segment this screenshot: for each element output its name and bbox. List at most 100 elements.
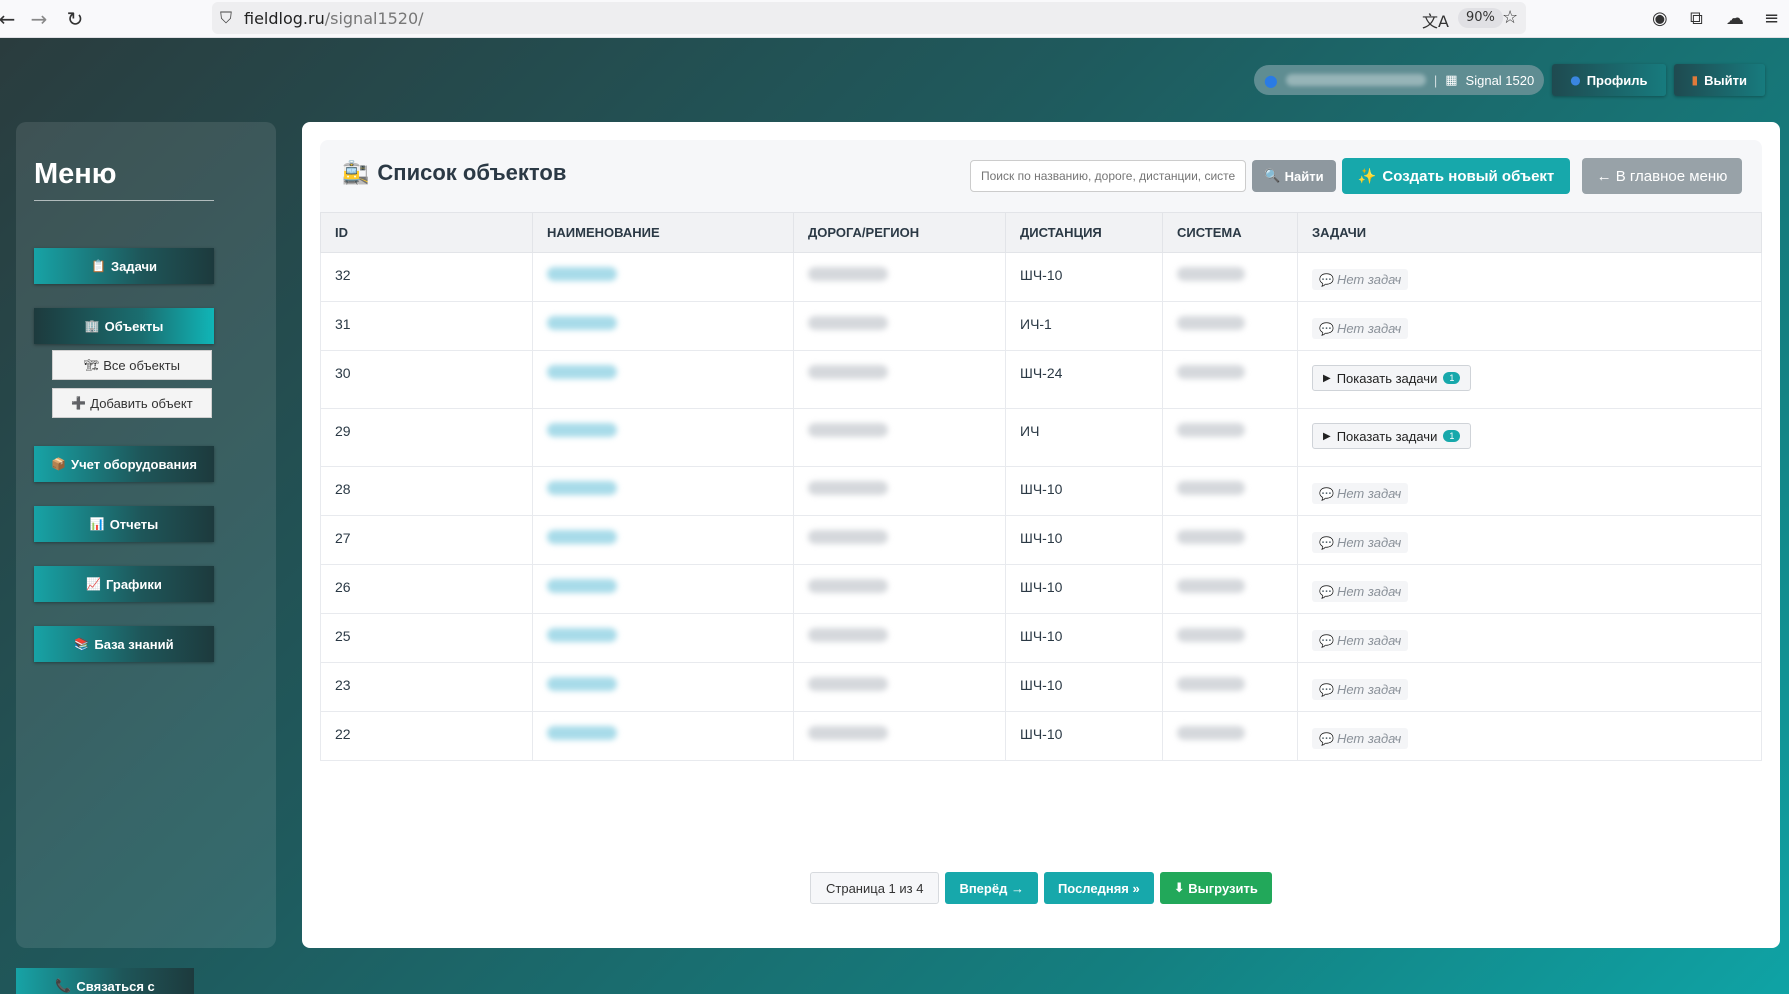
- address-bar[interactable]: ⛉ fieldlog.ru/signal1520/ 文A 90% ☆: [212, 2, 1526, 34]
- sidebar-item-equipment[interactable]: 📦 Учет оборудования: [34, 446, 214, 482]
- road-redacted: [808, 481, 888, 495]
- name-redacted[interactable]: [547, 267, 617, 281]
- menu-icon[interactable]: ≡: [1764, 8, 1779, 29]
- road-redacted: [808, 423, 888, 437]
- main-menu-button[interactable]: ← В главное меню: [1582, 158, 1742, 194]
- column-header-name[interactable]: НАИМЕНОВАНИЕ: [532, 212, 794, 253]
- no-tasks-label: 💬 Нет задач: [1312, 532, 1409, 553]
- name-redacted[interactable]: [547, 481, 617, 495]
- clipboard-icon: 📋: [90, 259, 106, 273]
- sidebar-item-reports[interactable]: 📊 Отчеты: [34, 506, 214, 542]
- cell-road: [793, 564, 1006, 614]
- name-redacted[interactable]: [547, 726, 617, 740]
- last-page-button[interactable]: Последняя »: [1043, 872, 1154, 904]
- export-button[interactable]: ⬇ Выгрузить: [1159, 872, 1272, 904]
- no-tasks-label: 💬 Нет задач: [1312, 630, 1409, 651]
- column-header-tasks[interactable]: ЗАДАЧИ: [1297, 212, 1762, 253]
- bookmark-star-icon[interactable]: ☆: [1502, 7, 1518, 28]
- no-tasks-text: Нет задач: [1336, 682, 1402, 697]
- cell-road: [793, 466, 1006, 516]
- cell-distance: ИЧ-1: [1005, 301, 1163, 351]
- crane-icon: 🏗: [84, 358, 100, 372]
- table-row: 31 ИЧ-1 💬 Нет задач: [320, 301, 1762, 351]
- name-redacted[interactable]: [547, 579, 617, 593]
- speech-bubble-icon: 💬: [1319, 633, 1334, 648]
- name-redacted[interactable]: [547, 677, 617, 691]
- sidebar-item-objects[interactable]: 🏢 Объекты: [34, 308, 214, 344]
- column-header-id[interactable]: ID: [320, 212, 533, 253]
- sidebar-subitem-all-objects[interactable]: 🏗 Все объекты: [52, 350, 212, 380]
- next-page-button[interactable]: Вперёд →: [945, 872, 1038, 904]
- show-tasks-label: Показать задачи: [1336, 428, 1438, 444]
- zoom-level[interactable]: 90%: [1458, 8, 1503, 28]
- cell-name[interactable]: [532, 301, 794, 351]
- sidebar-item-knowledge-base[interactable]: 📚 База знаний: [34, 626, 214, 662]
- cell-name[interactable]: [532, 564, 794, 614]
- browser-toolbar: ← → ↻ ⛉ fieldlog.ru/signal1520/ 文A 90% ☆…: [0, 0, 1789, 38]
- cell-system: [1162, 515, 1298, 565]
- account-icon[interactable]: ◉: [1652, 8, 1668, 29]
- no-tasks-label: 💬 Нет задач: [1312, 728, 1409, 749]
- no-tasks-text: Нет задач: [1336, 272, 1402, 287]
- cell-name[interactable]: [532, 711, 794, 761]
- reload-icon[interactable]: ↻: [62, 6, 88, 32]
- user-pill: ● | ▦ Signal 1520: [1253, 65, 1545, 95]
- page-title: 🚉 Список объектов: [342, 160, 566, 186]
- cell-id: 25: [320, 613, 533, 663]
- sync-icon[interactable]: ☁: [1726, 8, 1744, 29]
- cell-name[interactable]: [532, 408, 794, 467]
- extensions-icon[interactable]: ⧉: [1690, 8, 1703, 29]
- forward-icon[interactable]: →: [26, 6, 52, 32]
- cell-name[interactable]: [532, 613, 794, 663]
- list-header: 🚉 Список объектов 🔍 Найти ✨ Создать новы…: [320, 140, 1762, 212]
- name-redacted[interactable]: [547, 628, 617, 642]
- system-redacted: [1177, 726, 1245, 740]
- show-tasks-button[interactable]: ▶ Показать задачи 1: [1312, 423, 1472, 449]
- no-tasks-text: Нет задач: [1336, 535, 1402, 550]
- logout-label: Выйти: [1704, 72, 1747, 88]
- sparkles-icon: ✨: [1357, 167, 1377, 185]
- logout-button[interactable]: ▮ Выйти: [1673, 64, 1765, 96]
- table-row: 27 ШЧ-10 💬 Нет задач: [320, 515, 1762, 565]
- sidebar-item-label: Задачи: [110, 258, 158, 274]
- search-input[interactable]: [970, 160, 1246, 192]
- contact-button[interactable]: 📞 Связаться с: [16, 968, 194, 994]
- cell-distance: ШЧ-10: [1005, 711, 1163, 761]
- cell-name[interactable]: [532, 466, 794, 516]
- create-object-button[interactable]: ✨ Создать новый объект: [1342, 158, 1570, 194]
- column-header-system[interactable]: СИСТЕМА: [1162, 212, 1298, 253]
- cell-name[interactable]: [532, 515, 794, 565]
- cell-distance: ШЧ-10: [1005, 252, 1163, 302]
- name-redacted[interactable]: [547, 530, 617, 544]
- sidebar-item-label: Отчеты: [109, 516, 159, 532]
- system-redacted: [1177, 530, 1245, 544]
- profile-button[interactable]: ● Профиль: [1552, 64, 1666, 96]
- road-redacted: [808, 267, 888, 281]
- sidebar-item-tasks[interactable]: 📋 Задачи: [34, 248, 214, 284]
- column-header-road[interactable]: ДОРОГА/РЕГИОН: [793, 212, 1006, 253]
- show-tasks-button[interactable]: ▶ Показать задачи 1: [1312, 365, 1472, 391]
- cell-id: 22: [320, 711, 533, 761]
- back-icon[interactable]: ←: [0, 6, 20, 32]
- url-text[interactable]: fieldlog.ru/signal1520/: [244, 9, 424, 28]
- find-button[interactable]: 🔍 Найти: [1252, 160, 1336, 192]
- sidebar-item-charts[interactable]: 📈 Графики: [34, 566, 214, 602]
- cell-name[interactable]: [532, 350, 794, 409]
- books-icon: 📚: [74, 637, 90, 651]
- cell-tasks: 💬 Нет задач: [1297, 662, 1762, 712]
- user-icon: ●: [1570, 73, 1581, 87]
- name-redacted[interactable]: [547, 316, 617, 330]
- page-title-text: Список объектов: [377, 160, 567, 185]
- sidebar-subitem-add-object[interactable]: ➕ Добавить объект: [52, 388, 212, 418]
- name-redacted[interactable]: [547, 423, 617, 437]
- page-info: Страница 1 из 4: [810, 872, 940, 904]
- contact-label: Связаться с: [76, 979, 155, 994]
- name-redacted[interactable]: [547, 365, 617, 379]
- column-header-distance[interactable]: ДИСТАНЦИЯ: [1005, 212, 1163, 253]
- cell-name[interactable]: [532, 252, 794, 302]
- cell-distance: ШЧ-10: [1005, 564, 1163, 614]
- translate-icon[interactable]: 文A: [1422, 8, 1449, 32]
- cell-system: [1162, 564, 1298, 614]
- cell-name[interactable]: [532, 662, 794, 712]
- user-name-redacted: [1285, 74, 1426, 86]
